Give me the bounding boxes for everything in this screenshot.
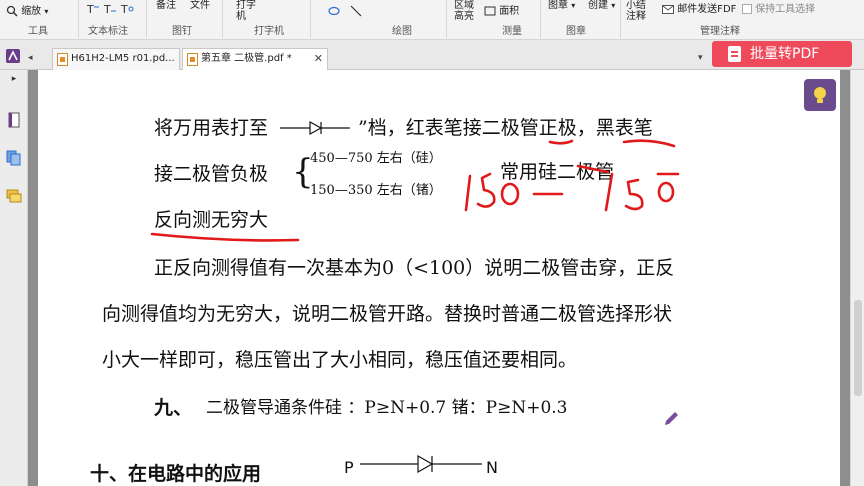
tab-chapter5[interactable]: 第五章 二极管.pdf * ✕: [182, 48, 328, 70]
pin-group-label: 图钉: [172, 26, 192, 37]
create-stamp-button[interactable]: 创建 ▾: [588, 0, 615, 12]
manage-comments-group-label: 管理注释: [700, 26, 740, 37]
underline-reverse-infinite: [150, 232, 300, 242]
typewriter-group-label: 打字机: [254, 26, 284, 37]
svg-text:T: T: [120, 3, 128, 15]
chevron-down-icon: ▾: [44, 7, 49, 16]
underline-anode: [548, 139, 574, 145]
app-logo-icon: [6, 49, 20, 63]
typewriter-label: 打字机: [236, 0, 256, 22]
ink-digit-1a: [464, 174, 472, 212]
tab-label: H61H2-LM5 r01.pd...: [71, 53, 175, 64]
typewriter-button[interactable]: 打字机: [236, 0, 258, 23]
callout-icon: T: [120, 3, 134, 15]
chevron-down-icon: ▾: [611, 1, 616, 10]
pin-note-button[interactable]: 备注: [156, 0, 176, 12]
stamp-button[interactable]: 图章 ▾: [548, 0, 575, 12]
summarize-comments-label: 小结注释: [626, 0, 646, 22]
tab-label: 第五章 二极管.pdf *: [201, 53, 292, 64]
text-annotation-group-label: 文本标注: [88, 26, 128, 37]
mail-icon: [662, 5, 674, 14]
text-box-icon: T: [103, 3, 117, 15]
keep-tool-selected-label: 保持工具选择: [755, 4, 816, 15]
line-icon[interactable]: [350, 5, 362, 17]
chevron-down-icon: ▾: [571, 1, 576, 10]
pdf-file-icon: [57, 53, 68, 66]
document-viewer[interactable]: 将万用表打至 ”档，红表笔接二极管正极，黑表笔 接二极管负极 { 450—750…: [28, 70, 850, 486]
pin-file-button[interactable]: 文件: [190, 0, 210, 12]
document-icon: [728, 46, 741, 62]
zoom-tool[interactable]: 缩放 ▾: [6, 5, 48, 18]
ink-digit-5b: [624, 178, 644, 211]
close-icon[interactable]: ✕: [314, 49, 323, 69]
expand-panel-icon[interactable]: ▸: [6, 74, 22, 90]
keep-tool-selected-checkbox[interactable]: 保持工具选择: [742, 4, 815, 16]
layers-icon[interactable]: [6, 150, 22, 166]
ellipse-icon[interactable]: [328, 6, 340, 16]
stamp-label: 图章: [548, 0, 568, 11]
area-measure-button[interactable]: 面积: [484, 6, 519, 18]
page-thumbnails-icon[interactable]: [6, 112, 22, 128]
area-measure-icon: [484, 6, 496, 16]
pdf-page: 将万用表打至 ”档，红表笔接二极管正极，黑表笔 接二极管负极 { 450—750…: [38, 70, 840, 486]
lightbulb-icon: [814, 87, 826, 103]
zoom-label: 缩放: [21, 6, 42, 17]
vertical-scrollbar[interactable]: [850, 70, 864, 486]
ink-dash-b: [576, 164, 610, 174]
tools-group-label: 工具: [28, 26, 48, 37]
zoom-icon: [6, 5, 18, 17]
measure-group-label: 测量: [502, 26, 522, 37]
create-stamp-label: 创建: [588, 0, 608, 11]
pdf-file-icon: [187, 53, 198, 66]
batch-convert-pdf-button[interactable]: 批量转PDF: [712, 41, 852, 67]
ink-digit-5a: [476, 172, 496, 208]
checkbox-icon: [742, 4, 752, 14]
text-tools[interactable]: T T T: [86, 3, 134, 16]
pencil-icon[interactable]: [662, 410, 680, 428]
stamp-group-label: 图章: [566, 26, 586, 37]
underline-black-probe: [622, 139, 676, 148]
tab-scroll-left-icon[interactable]: ◂: [28, 53, 33, 63]
ink-annotations[interactable]: [38, 70, 840, 486]
svg-text:T: T: [103, 3, 111, 15]
email-fdf-button[interactable]: 邮件发送FDF: [662, 4, 736, 16]
ink-digit-0a: [500, 182, 520, 206]
area-highlight-label: 区域高亮: [454, 0, 474, 22]
ribbon-toolbar: 缩放 ▾ 工具 T T T 文本标注 备注 文件 图钉 打字机 打字机 绘图 区…: [0, 0, 864, 40]
batch-convert-pdf-label: 批量转PDF: [750, 46, 820, 62]
area-measure-label: 面积: [499, 6, 520, 17]
summarize-comments-button[interactable]: 小结注释: [626, 0, 648, 23]
tab-h61h2[interactable]: H61H2-LM5 r01.pd...: [52, 48, 180, 70]
svg-text:T: T: [86, 3, 94, 15]
tip-button[interactable]: [804, 79, 836, 111]
comments-icon[interactable]: [6, 188, 22, 204]
tab-list-chevron-icon[interactable]: ▾: [698, 53, 703, 63]
left-panel-rail: ▸: [0, 70, 28, 486]
ink-digit-1b: [604, 172, 614, 212]
ink-digit-0b: [657, 181, 675, 203]
drawing-group-label: 绘图: [392, 26, 412, 37]
text-annotation-icon: T: [86, 3, 99, 15]
scrollbar-thumb[interactable]: [854, 300, 862, 396]
email-fdf-label: 邮件发送FDF: [677, 4, 737, 15]
area-highlight-button[interactable]: 区域高亮: [454, 0, 476, 23]
